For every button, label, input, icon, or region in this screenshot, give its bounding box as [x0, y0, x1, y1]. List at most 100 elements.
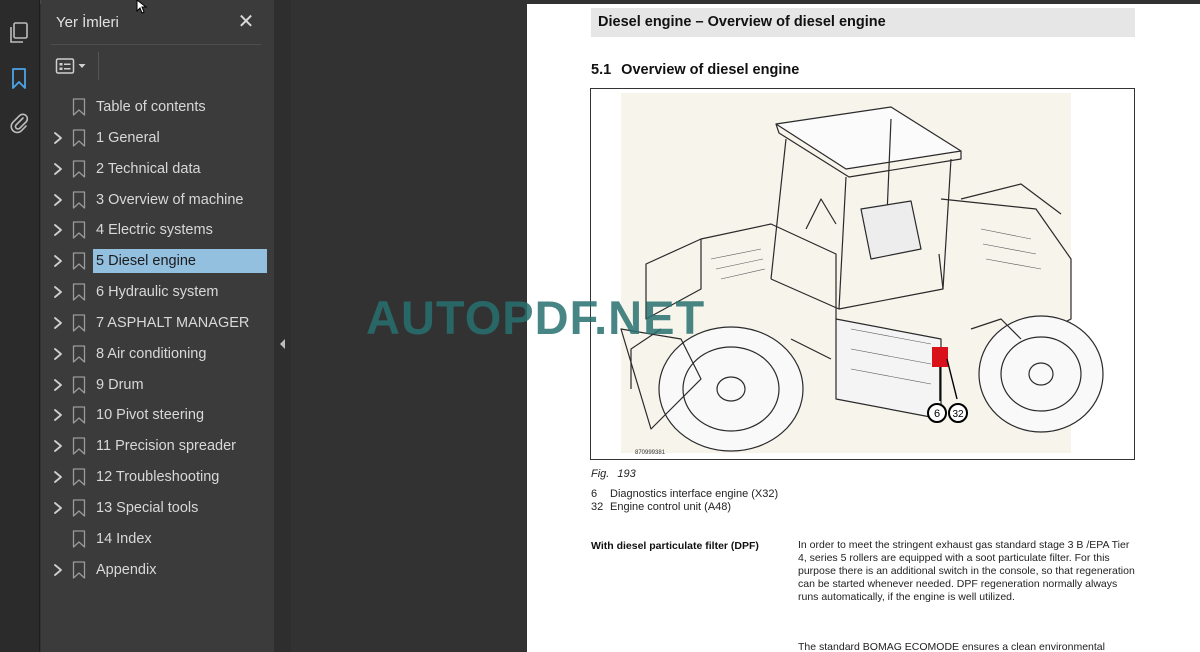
chevron-right-icon[interactable]	[51, 315, 65, 331]
bookmark-flag-icon	[72, 345, 86, 363]
chevron-right-icon[interactable]	[51, 377, 65, 393]
bookmark-item[interactable]: 4 Electric systems	[41, 215, 274, 246]
pdf-viewer: Yer İmleri ✕ Table of contents 1 General 2…	[0, 0, 1200, 652]
panel-divider	[51, 44, 261, 45]
bookmark-item[interactable]: 10 Pivot steering	[41, 400, 274, 431]
bookmark-flag-icon	[72, 283, 86, 301]
bookmark-flag-icon	[72, 468, 86, 486]
bookmark-item[interactable]: 8 Air conditioning	[41, 339, 274, 370]
callout-6-label: 6	[934, 408, 940, 420]
bookmark-flag-icon	[72, 406, 86, 425]
chevron-right-icon[interactable]	[51, 130, 65, 146]
bookmark-label[interactable]: 13 Special tools	[93, 496, 201, 520]
bookmark-label[interactable]: 10 Pivot steering	[93, 403, 207, 427]
bookmark-label[interactable]: 5 Diesel engine	[93, 249, 267, 274]
bookmark-item[interactable]: 12 Troubleshooting	[41, 462, 274, 493]
chevron-left-icon	[280, 339, 285, 349]
bookmark-flag-icon	[72, 437, 86, 455]
bookmark-flag-icon	[72, 252, 86, 270]
chevron-right-icon[interactable]	[51, 469, 65, 485]
bookmark-label[interactable]: 8 Air conditioning	[93, 342, 209, 366]
bookmark-icon[interactable]	[5, 65, 33, 93]
legend-text: Diagnostics interface engine (X32)	[610, 488, 779, 500]
bookmark-flag-icon	[72, 530, 86, 548]
bookmark-item[interactable]: 7 ASPHALT MANAGER	[41, 308, 274, 339]
engine-figure: 6 32 870999381	[590, 88, 1135, 460]
chevron-right-icon[interactable]	[51, 407, 65, 423]
chevron-right-icon[interactable]	[51, 438, 65, 454]
bookmark-item[interactable]: 2 Technical data	[41, 154, 274, 185]
bookmark-item[interactable]: 14 Index	[41, 524, 274, 555]
bookmark-label[interactable]: 11 Precision spreader	[93, 434, 239, 458]
chevron-right-icon[interactable]	[51, 161, 65, 177]
legend-text: Engine control unit (A48)	[610, 501, 732, 513]
bookmark-label[interactable]: 4 Electric systems	[93, 218, 216, 242]
figure-caption: Fig. 193	[591, 468, 636, 480]
fig-label: Fig.	[591, 468, 610, 480]
bookmark-flag-icon	[72, 375, 86, 394]
bookmark-flag-icon	[72, 190, 86, 209]
panel-title: Yer İmleri	[56, 14, 119, 31]
bookmark-item[interactable]: 3 Overview of machine	[41, 185, 274, 216]
chevron-right-icon[interactable]	[51, 346, 65, 362]
bookmark-label[interactable]: 3 Overview of machine	[93, 188, 246, 212]
bookmark-label[interactable]: 2 Technical data	[93, 157, 204, 181]
figure-legend: 6 Diagnostics interface engine (X32) 32 En…	[591, 488, 778, 514]
ecomode-paragraph: The standard BOMAG ECOMODE ensures a cle…	[798, 641, 1105, 652]
toolbar-divider	[98, 52, 99, 80]
side-rail	[0, 0, 40, 652]
mouse-cursor-icon	[136, 0, 148, 14]
bookmark-flag-icon	[72, 129, 86, 147]
bookmark-item[interactable]: 5 Diesel engine	[41, 246, 274, 277]
bookmarks-panel: Yer İmleri ✕ Table of contents 1 General 2…	[41, 0, 274, 652]
bookmark-label[interactable]: 12 Troubleshooting	[93, 465, 222, 489]
section-title-text: Overview of diesel engine	[621, 62, 800, 78]
bookmark-item[interactable]: 1 General	[41, 123, 274, 154]
bookmark-item[interactable]: Appendix	[41, 555, 274, 586]
chevron-right-icon[interactable]	[51, 253, 65, 269]
pages-icon[interactable]	[5, 19, 33, 47]
bookmark-item[interactable]: Table of contents	[41, 92, 274, 123]
page-header: Diesel engine – Overview of diesel engin…	[598, 14, 886, 30]
bookmark-label[interactable]: 7 ASPHALT MANAGER	[93, 311, 252, 335]
legend-key: 6	[591, 488, 598, 500]
section-number: 5.1	[591, 62, 612, 78]
bookmark-label[interactable]: Table of contents	[93, 95, 209, 119]
bookmark-flag-icon	[72, 221, 86, 240]
chevron-right-icon[interactable]	[51, 284, 65, 300]
bookmark-item[interactable]: 6 Hydraulic system	[41, 277, 274, 308]
bookmark-label[interactable]: 6 Hydraulic system	[93, 280, 221, 304]
bookmark-options-icon	[55, 58, 75, 74]
pdf-page: Diesel engine – Overview of diesel engin…	[527, 4, 1200, 652]
chevron-right-icon[interactable]	[51, 562, 65, 578]
page-header-bar: Diesel engine – Overview of diesel engin…	[591, 8, 1135, 37]
chevron-right-icon[interactable]	[51, 222, 65, 238]
chevron-right-icon[interactable]	[51, 500, 65, 516]
collapse-panel-button[interactable]	[277, 337, 289, 351]
bookmark-label[interactable]: 9 Drum	[93, 373, 147, 397]
close-panel-button[interactable]: ✕	[235, 11, 257, 33]
section-title: 5.1 Overview of diesel engine	[591, 62, 799, 78]
roller-illustration: 6 32 870999381	[620, 93, 1104, 456]
bookmark-item[interactable]: 9 Drum	[41, 370, 274, 401]
bookmark-label[interactable]: Appendix	[93, 558, 159, 582]
legend-key: 32	[591, 501, 604, 513]
bookmark-label[interactable]: 1 General	[93, 126, 163, 150]
dpf-paragraph: In order to meet the stringent exhaust g…	[798, 539, 1135, 603]
bookmark-list: Table of contents 1 General 2 Technical da…	[41, 92, 274, 586]
bookmark-item[interactable]: 11 Precision spreader	[41, 431, 274, 462]
chevron-down-icon	[78, 64, 86, 68]
bookmark-flag-icon	[72, 314, 86, 332]
panel-splitter[interactable]	[274, 0, 291, 652]
dpf-heading: With diesel particulate filter (DPF)	[591, 540, 759, 552]
bookmark-options-button[interactable]	[55, 54, 95, 78]
bookmark-item[interactable]: 13 Special tools	[41, 493, 274, 524]
bookmark-flag-icon	[72, 160, 86, 178]
legend-row: 6 Diagnostics interface engine (X32)	[591, 488, 778, 501]
attachment-icon[interactable]	[5, 109, 33, 137]
legend-row: 32 Engine control unit (A48)	[591, 501, 778, 514]
bookmark-flag-icon	[72, 98, 86, 116]
chevron-right-icon[interactable]	[51, 192, 65, 208]
bookmark-label[interactable]: 14 Index	[93, 527, 155, 551]
fig-number: 193	[617, 468, 636, 480]
